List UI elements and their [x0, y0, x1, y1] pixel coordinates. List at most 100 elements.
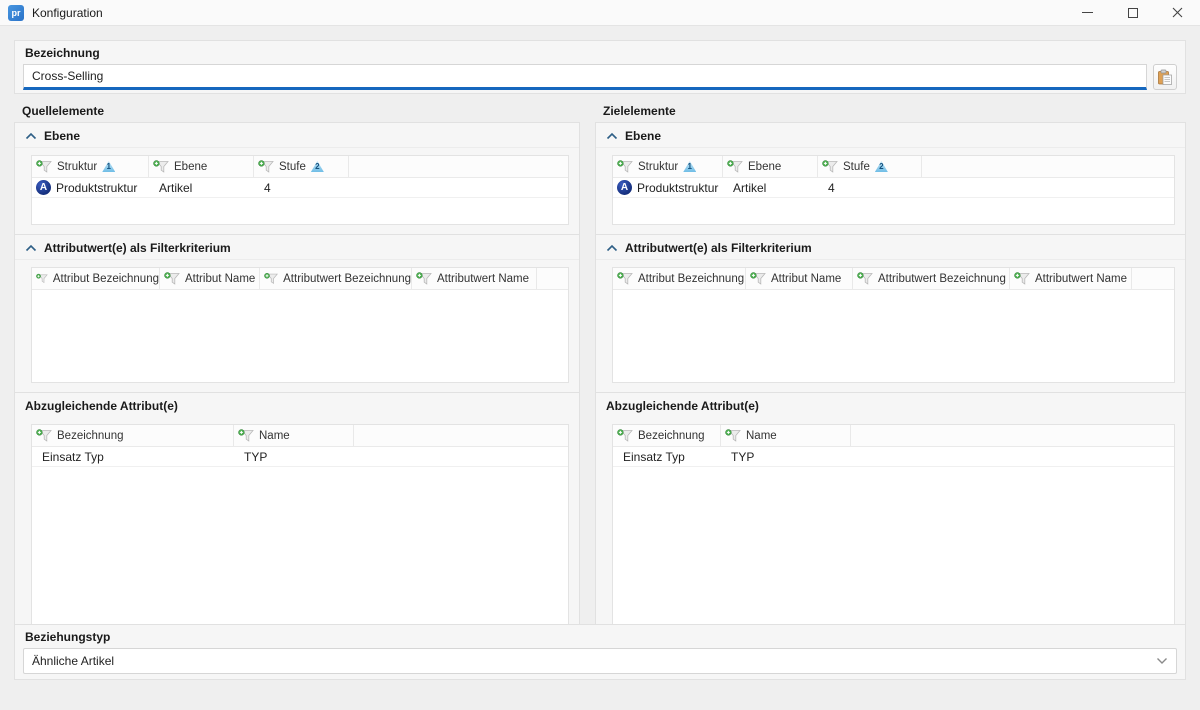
column-header-attribut-bezeichnung[interactable]: Attribut Bezeichnung: [613, 268, 746, 289]
minimize-icon: [1082, 12, 1093, 13]
bezeichnung-panel: Bezeichnung: [14, 40, 1186, 94]
column-header-bezeichnung[interactable]: Bezeichnung: [32, 425, 234, 446]
filter-icon: [727, 160, 743, 173]
column-header-ebene[interactable]: Ebene: [723, 156, 818, 177]
beziehungstyp-label: Beziehungstyp: [15, 625, 1185, 644]
filter-icon: [416, 272, 432, 285]
maximize-button[interactable]: [1110, 0, 1155, 25]
window-controls: [1065, 0, 1200, 25]
source-match-header: Abzugleichende Attribut(e): [15, 393, 579, 417]
filter-icon: [725, 429, 741, 442]
column-header-stufe[interactable]: Stufe 2: [254, 156, 349, 177]
title-bar: pr Konfiguration: [0, 0, 1200, 26]
source-match-panel: Abzugleichende Attribut(e) Bezeichnung: [14, 392, 580, 640]
beziehungstyp-dropdown[interactable]: Ähnliche Artikel: [23, 648, 1177, 674]
chevron-down-icon: [1156, 657, 1168, 665]
filter-icon: [153, 160, 169, 173]
bezeichnung-input[interactable]: [23, 64, 1147, 90]
table-header-row: Attribut Bezeichnung Attribut Name: [32, 268, 568, 290]
table-row[interactable]: A Produktstruktur Artikel 4: [613, 178, 1174, 198]
filter-icon: [617, 272, 633, 285]
table-header-row: Bezeichnung Name: [32, 425, 568, 447]
column-header-attribut-name[interactable]: Attribut Name: [746, 268, 853, 289]
app-icon: pr: [8, 5, 24, 21]
column-header-filler: [537, 268, 568, 289]
maximize-icon: [1128, 8, 1138, 18]
table-header-row: Struktur 1 Ebene: [613, 156, 1174, 178]
source-filter-table: Attribut Bezeichnung Attribut Name: [31, 267, 569, 383]
table-header-row: Bezeichnung Name: [613, 425, 1174, 447]
bezeichnung-label: Bezeichnung: [15, 41, 1185, 60]
target-filter-panel: Attributwert(e) als Filterkriterium Attr…: [595, 234, 1186, 393]
paste-button[interactable]: [1153, 64, 1177, 90]
source-match-table: Bezeichnung Name Einsatz Typ TYP: [31, 424, 569, 630]
source-filter-header[interactable]: Attributwert(e) als Filterkriterium: [15, 235, 579, 260]
filter-icon: [164, 272, 180, 285]
target-ebene-panel: Ebene Struktur 1: [595, 122, 1186, 235]
source-ebene-panel: Ebene Struktur 1: [14, 122, 580, 235]
source-column: Quellelemente Ebene Struktur: [14, 104, 580, 640]
column-header-name[interactable]: Name: [234, 425, 354, 446]
column-header-attributwert-name[interactable]: Attributwert Name: [1010, 268, 1132, 289]
minimize-button[interactable]: [1065, 0, 1110, 25]
sort-ascending-badge: 1: [102, 161, 115, 172]
source-ebene-table: Struktur 1 Ebene: [31, 155, 569, 225]
sort-ascending-badge: 1: [683, 161, 696, 172]
filter-icon: [264, 272, 278, 285]
sort-ascending-badge: 2: [311, 161, 324, 172]
filter-icon: [822, 160, 838, 173]
table-row[interactable]: A Produktstruktur Artikel 4: [32, 178, 568, 198]
target-column: Zielelemente Ebene Struktur: [595, 104, 1186, 640]
article-icon: A: [617, 180, 632, 195]
target-ebene-table: Struktur 1 Ebene: [612, 155, 1175, 225]
column-header-name[interactable]: Name: [721, 425, 851, 446]
filter-icon: [36, 160, 52, 173]
chevron-up-icon: [25, 132, 37, 140]
table-row[interactable]: Einsatz Typ TYP: [32, 447, 568, 467]
table-row[interactable]: Einsatz Typ TYP: [613, 447, 1174, 467]
column-header-filler: [1132, 268, 1174, 289]
column-header-ebene[interactable]: Ebene: [149, 156, 254, 177]
chevron-up-icon: [606, 132, 618, 140]
target-ebene-header[interactable]: Ebene: [596, 123, 1185, 148]
column-header-attributwert-bezeichnung[interactable]: Attributwert Bezeichnung: [853, 268, 1010, 289]
filter-icon: [36, 272, 48, 285]
sort-ascending-badge: 2: [875, 161, 888, 172]
beziehungstyp-panel: Beziehungstyp Ähnliche Artikel: [14, 624, 1186, 680]
column-header-bezeichnung[interactable]: Bezeichnung: [613, 425, 721, 446]
app-icon-text: pr: [12, 8, 21, 18]
column-header-filler: [354, 425, 568, 446]
clipboard-icon: [1157, 69, 1173, 86]
column-header-attribut-bezeichnung[interactable]: Attribut Bezeichnung: [32, 268, 160, 289]
article-icon: A: [36, 180, 51, 195]
chevron-up-icon: [25, 244, 37, 252]
beziehungstyp-value: Ähnliche Artikel: [32, 654, 1156, 668]
target-filter-header[interactable]: Attributwert(e) als Filterkriterium: [596, 235, 1185, 260]
filter-icon: [617, 429, 633, 442]
column-header-attributwert-bezeichnung[interactable]: Attributwert Bezeichnung: [260, 268, 412, 289]
window-title: Konfiguration: [32, 6, 103, 20]
column-header-filler: [922, 156, 1174, 177]
table-header-row: Attribut Bezeichnung Attribut Name: [613, 268, 1174, 290]
filter-icon: [750, 272, 766, 285]
source-title: Quellelemente: [14, 104, 580, 122]
filter-icon: [1014, 272, 1030, 285]
chevron-up-icon: [606, 244, 618, 252]
filter-icon: [857, 272, 873, 285]
target-filter-table: Attribut Bezeichnung Attribut Name: [612, 267, 1175, 383]
column-header-filler: [851, 425, 1174, 446]
filter-icon: [36, 429, 52, 442]
column-header-attributwert-name[interactable]: Attributwert Name: [412, 268, 537, 289]
source-ebene-header[interactable]: Ebene: [15, 123, 579, 148]
target-match-header: Abzugleichende Attribut(e): [596, 393, 1185, 417]
column-header-struktur[interactable]: Struktur 1: [32, 156, 149, 177]
target-match-panel: Abzugleichende Attribut(e) Bezeichnung: [595, 392, 1186, 640]
filter-icon: [238, 429, 254, 442]
close-icon: [1172, 7, 1183, 18]
column-header-struktur[interactable]: Struktur 1: [613, 156, 723, 177]
close-button[interactable]: [1155, 0, 1200, 25]
column-header-stufe[interactable]: Stufe 2: [818, 156, 922, 177]
source-filter-panel: Attributwert(e) als Filterkriterium Attr…: [14, 234, 580, 393]
column-header-attribut-name[interactable]: Attribut Name: [160, 268, 260, 289]
filter-icon: [258, 160, 274, 173]
